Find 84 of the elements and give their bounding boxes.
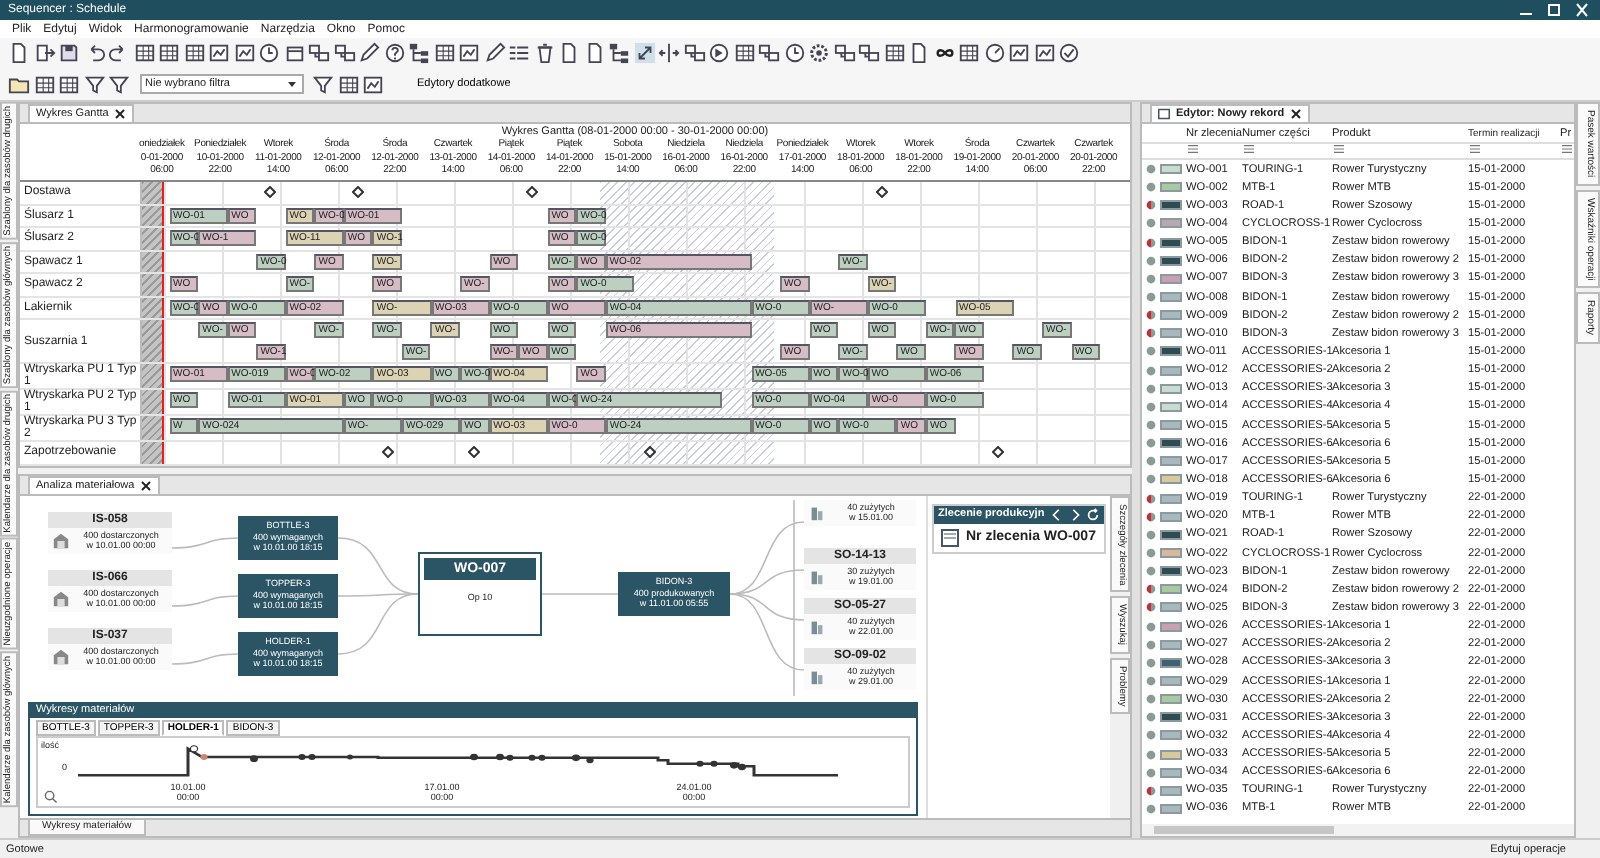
funnel-icon[interactable] (108, 73, 130, 96)
building-icon (808, 617, 826, 635)
milestone-marker[interactable] (381, 446, 394, 459)
gear-icon[interactable] (808, 42, 830, 65)
milestone-marker[interactable] (992, 446, 1005, 459)
chart-icon[interactable] (1008, 42, 1030, 65)
table-icon[interactable] (433, 42, 455, 65)
filter-icon[interactable] (1560, 144, 1574, 154)
link-icon[interactable] (308, 42, 330, 65)
folder-icon[interactable] (8, 73, 30, 96)
filter-icon[interactable] (1332, 144, 1346, 154)
funnel-icon[interactable] (83, 73, 105, 96)
building-icon (808, 567, 826, 585)
clock-icon[interactable] (783, 42, 805, 65)
link-icon[interactable] (333, 42, 355, 65)
chart-icon[interactable] (458, 42, 480, 65)
gauge-icon[interactable] (983, 42, 1005, 65)
chart-icon[interactable] (362, 73, 384, 96)
refresh-icon[interactable] (1086, 507, 1100, 521)
table-icon[interactable] (158, 42, 180, 65)
list-icon[interactable] (508, 42, 530, 65)
hierarchy-icon[interactable] (408, 42, 430, 65)
pencil-icon[interactable] (483, 42, 505, 65)
warehouse-icon (52, 589, 70, 607)
connector-line (171, 652, 239, 664)
document-icon[interactable] (8, 42, 30, 65)
filter-icon[interactable] (1186, 144, 1200, 154)
table-icon[interactable] (33, 73, 55, 96)
close-icon[interactable] (1572, 2, 1592, 18)
chart-icon[interactable] (233, 42, 255, 65)
connector-line (171, 594, 239, 606)
order-icon (940, 527, 960, 547)
milestone-marker[interactable] (526, 186, 539, 199)
milestone-marker[interactable] (875, 186, 888, 199)
close-icon[interactable] (1290, 108, 1303, 120)
document-icon[interactable] (908, 42, 930, 65)
close-icon[interactable] (114, 108, 127, 120)
building-icon (808, 503, 826, 521)
document-icon[interactable] (583, 42, 605, 65)
filter-icon[interactable] (1468, 144, 1482, 154)
connector-line (541, 592, 619, 594)
forward-icon[interactable] (1068, 507, 1082, 521)
funnel-icon[interactable] (312, 73, 334, 96)
split-icon[interactable] (658, 42, 680, 65)
chart-icon[interactable] (208, 42, 230, 65)
warehouse-icon (52, 531, 70, 549)
table-icon[interactable] (883, 42, 905, 65)
help-icon[interactable] (383, 42, 405, 65)
expand-icon[interactable] (633, 42, 655, 65)
warehouse-icon (52, 647, 70, 665)
link-icon[interactable] (758, 42, 780, 65)
milestone-marker[interactable] (468, 446, 481, 459)
hierarchy-icon[interactable] (608, 42, 630, 65)
scrollbar-thumb[interactable] (1154, 826, 1334, 834)
save-icon[interactable] (58, 42, 80, 65)
table-icon[interactable] (183, 42, 205, 65)
check-icon[interactable] (1058, 42, 1080, 65)
connector-line (171, 536, 239, 548)
table-icon[interactable] (958, 42, 980, 65)
table-icon[interactable] (733, 42, 755, 65)
close-icon[interactable] (140, 479, 153, 491)
pencil-icon[interactable] (358, 42, 380, 65)
building-icon (808, 667, 826, 685)
box-icon[interactable] (283, 42, 305, 65)
document-icon[interactable] (558, 42, 580, 65)
table-icon[interactable] (133, 42, 155, 65)
link-icon[interactable] (858, 42, 880, 65)
caret-icon (285, 78, 297, 91)
link-icon[interactable] (683, 42, 705, 65)
table-icon[interactable] (337, 73, 359, 96)
zoom-icon[interactable] (43, 789, 57, 803)
clock-icon[interactable] (258, 42, 280, 65)
trash-icon[interactable] (533, 42, 555, 65)
export-icon[interactable] (33, 42, 55, 65)
milestone-marker[interactable] (643, 446, 656, 459)
milestone-marker[interactable] (352, 186, 365, 199)
chart-icon[interactable] (1033, 42, 1055, 65)
table-icon[interactable] (58, 73, 80, 96)
filter-icon[interactable] (1242, 144, 1256, 154)
play-icon[interactable] (708, 42, 730, 65)
restore-icon[interactable] (1544, 2, 1564, 18)
milestone-marker[interactable] (264, 186, 277, 199)
back-icon[interactable] (1050, 507, 1064, 521)
link-icon[interactable] (833, 42, 855, 65)
